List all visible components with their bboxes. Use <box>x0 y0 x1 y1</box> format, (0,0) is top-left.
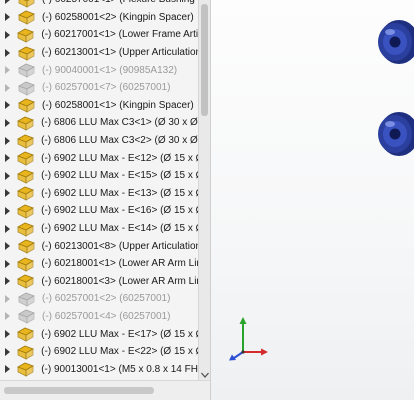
part-icon <box>17 291 37 307</box>
bolt-model-top[interactable] <box>375 18 414 71</box>
expand-arrow-icon[interactable] <box>5 276 12 286</box>
expand-arrow-icon[interactable] <box>5 171 12 181</box>
expand-arrow-icon[interactable] <box>5 364 12 374</box>
tree-row[interactable]: (-) 60257001<7> (60257001) <box>0 79 198 97</box>
part-icon <box>17 62 37 78</box>
tree-row-label: (-) 60213001<1> (Upper Articulation - <box>41 47 198 59</box>
expand-arrow-icon[interactable] <box>5 12 13 22</box>
feature-tree-list: (-) 60257001<1> (Flexure Bushing (-) 6025… <box>0 0 198 396</box>
part-icon <box>17 97 37 114</box>
tree-row-label: (-) 60257001<2> (60257001) <box>42 293 171 305</box>
tree-row[interactable]: (-) 6902 LLU Max - E<14> (Ø 15 x Ø 28 <box>0 220 198 238</box>
tree-horizontal-scroll-thumb[interactable] <box>4 387 154 394</box>
part-icon <box>17 308 37 325</box>
part-icon <box>17 80 37 96</box>
part-icon <box>16 115 36 131</box>
tree-row[interactable]: (-) 6902 LLU Max - E<22> (Ø 15 x Ø 28 <box>0 343 198 361</box>
tree-row[interactable]: (-) 6902 LLU Max - E<15> (Ø 15 x Ø 28 <box>0 167 198 185</box>
expand-arrow-icon[interactable] <box>5 311 13 321</box>
tree-row-label: (-) 90013001<1> (M5 x 0.8 x 14 FHCS) <box>41 363 198 375</box>
scroll-down-arrow-icon[interactable] <box>199 370 210 380</box>
tree-row[interactable]: (-) 90013001<1> (M5 x 0.8 x 14 FHCS) <box>0 360 198 378</box>
tree-row-label: (-) 60258001<2> (Kingpin Spacer) <box>42 11 194 23</box>
tree-row[interactable]: (-) 6902 LLU Max - E<17> (Ø 15 x Ø 28 <box>0 325 198 343</box>
tree-vertical-scrollbar[interactable] <box>198 0 210 400</box>
tree-row[interactable]: (-) 6806 LLU Max C3<2> (Ø 30 x Ø 42 - <box>0 132 198 150</box>
tree-row[interactable]: (-) 6902 LLU Max - E<13> (Ø 15 x Ø 28 <box>0 185 198 203</box>
expand-arrow-icon[interactable] <box>5 48 13 58</box>
expand-arrow-icon[interactable] <box>5 118 12 128</box>
tree-row-label: (-) 6902 LLU Max - E<16> (Ø 15 x Ø 28 <box>41 205 198 217</box>
part-icon <box>17 9 37 26</box>
expand-arrow-icon[interactable] <box>5 100 13 110</box>
tree-row[interactable]: (-) 60258001<2> (Kingpin Spacer) <box>0 9 198 27</box>
tree-row-label: (-) 6902 LLU Max - E<12> (Ø 15 x Ø 28 <box>41 152 198 164</box>
part-icon <box>16 168 36 184</box>
expand-arrow-icon[interactable] <box>5 0 13 5</box>
part-icon <box>17 238 37 254</box>
tree-row-label: (-) 60257001<7> (60257001) <box>42 82 171 94</box>
reference-triad-icon <box>229 316 269 362</box>
tree-row[interactable]: (-) 60213001<1> (Upper Articulation - <box>0 44 198 62</box>
expand-arrow-icon[interactable] <box>5 294 13 304</box>
tree-row-label: (-) 6902 LLU Max - E<13> (Ø 15 x Ø 28 <box>41 187 198 199</box>
tree-row[interactable]: (-) 90040001<1> (90985A132) <box>0 61 198 79</box>
part-icon <box>16 344 36 360</box>
tree-row[interactable]: (-) 60217001<1> (Lower Frame Articul <box>0 26 198 44</box>
expand-arrow-icon[interactable] <box>5 259 12 269</box>
part-icon <box>17 0 37 8</box>
expand-arrow-icon[interactable] <box>5 136 12 146</box>
expand-arrow-icon[interactable] <box>5 30 12 40</box>
tree-row-label: (-) 60213001<8> (Upper Articulation - <box>41 240 198 252</box>
part-icon <box>16 326 36 342</box>
tree-row-label: (-) 60217001<1> (Lower Frame Articul <box>41 29 198 41</box>
expand-arrow-icon[interactable] <box>5 241 13 251</box>
expand-arrow-icon[interactable] <box>5 65 13 75</box>
tree-row-label: (-) 60218001<3> (Lower AR Arm Linka <box>41 275 198 287</box>
tree-row-label: (-) 60257001<4> (60257001) <box>42 310 171 322</box>
expand-arrow-icon[interactable] <box>5 153 12 163</box>
part-icon <box>16 361 36 377</box>
part-icon <box>16 273 36 289</box>
tree-row[interactable]: (-) 60257001<4> (60257001) <box>0 308 198 326</box>
tree-row-label: (-) 6902 LLU Max - E<14> (Ø 15 x Ø 28 <box>41 223 198 235</box>
expand-arrow-icon[interactable] <box>5 329 12 339</box>
part-icon <box>16 150 36 166</box>
part-icon <box>16 221 36 237</box>
tree-row[interactable]: (-) 60218001<1> (Lower AR Arm Linka <box>0 255 198 273</box>
tree-row[interactable]: (-) 60258001<1> (Kingpin Spacer) <box>0 97 198 115</box>
tree-row[interactable]: (-) 6902 LLU Max - E<12> (Ø 15 x Ø 28 <box>0 149 198 167</box>
tree-row-label: (-) 60258001<1> (Kingpin Spacer) <box>42 99 194 111</box>
tree-row-label: (-) 6806 LLU Max C3<2> (Ø 30 x Ø 42 - <box>41 135 198 147</box>
expand-arrow-icon[interactable] <box>5 224 12 234</box>
part-icon <box>17 45 37 61</box>
tree-horizontal-scrollbar[interactable] <box>0 380 210 400</box>
tree-row-label: (-) 60218001<1> (Lower AR Arm Linka <box>41 258 198 270</box>
tree-row-label: (-) 6806 LLU Max C3<1> (Ø 30 x Ø 42 - <box>41 117 198 129</box>
tree-row-label: (-) 6902 LLU Max - E<15> (Ø 15 x Ø 28 <box>41 170 198 182</box>
bolt-model-bottom[interactable] <box>375 110 414 163</box>
tree-row[interactable]: (-) 6806 LLU Max C3<1> (Ø 30 x Ø 42 - <box>0 114 198 132</box>
tree-row-label: (-) 60257001<1> (Flexure Bushing <box>42 0 195 5</box>
feature-tree-panel: (-) 60257001<1> (Flexure Bushing (-) 6025… <box>0 0 210 400</box>
tree-row-label: (-) 6902 LLU Max - E<17> (Ø 15 x Ø 28 <box>41 328 198 340</box>
expand-arrow-icon[interactable] <box>5 347 12 357</box>
part-icon <box>16 27 36 43</box>
tree-row[interactable]: (-) 60257001<1> (Flexure Bushing <box>0 0 198 9</box>
graphics-viewport[interactable] <box>210 0 414 400</box>
expand-arrow-icon[interactable] <box>5 206 12 216</box>
tree-row-label: (-) 6902 LLU Max - E<22> (Ø 15 x Ø 28 <box>41 346 198 358</box>
part-icon <box>16 203 36 219</box>
tree-row-label: (-) 90040001<1> (90985A132) <box>42 64 178 76</box>
part-icon <box>16 133 36 149</box>
expand-arrow-icon[interactable] <box>5 83 13 93</box>
expand-arrow-icon[interactable] <box>5 188 12 198</box>
part-icon <box>16 256 36 272</box>
tree-row[interactable]: (-) 60257001<2> (60257001) <box>0 290 198 308</box>
part-icon <box>16 185 36 202</box>
tree-row[interactable]: (-) 60213001<8> (Upper Articulation - <box>0 237 198 255</box>
tree-row[interactable]: (-) 60218001<3> (Lower AR Arm Linka <box>0 273 198 291</box>
tree-vertical-scroll-thumb[interactable] <box>201 4 208 116</box>
tree-row[interactable]: (-) 6902 LLU Max - E<16> (Ø 15 x Ø 28 <box>0 202 198 220</box>
